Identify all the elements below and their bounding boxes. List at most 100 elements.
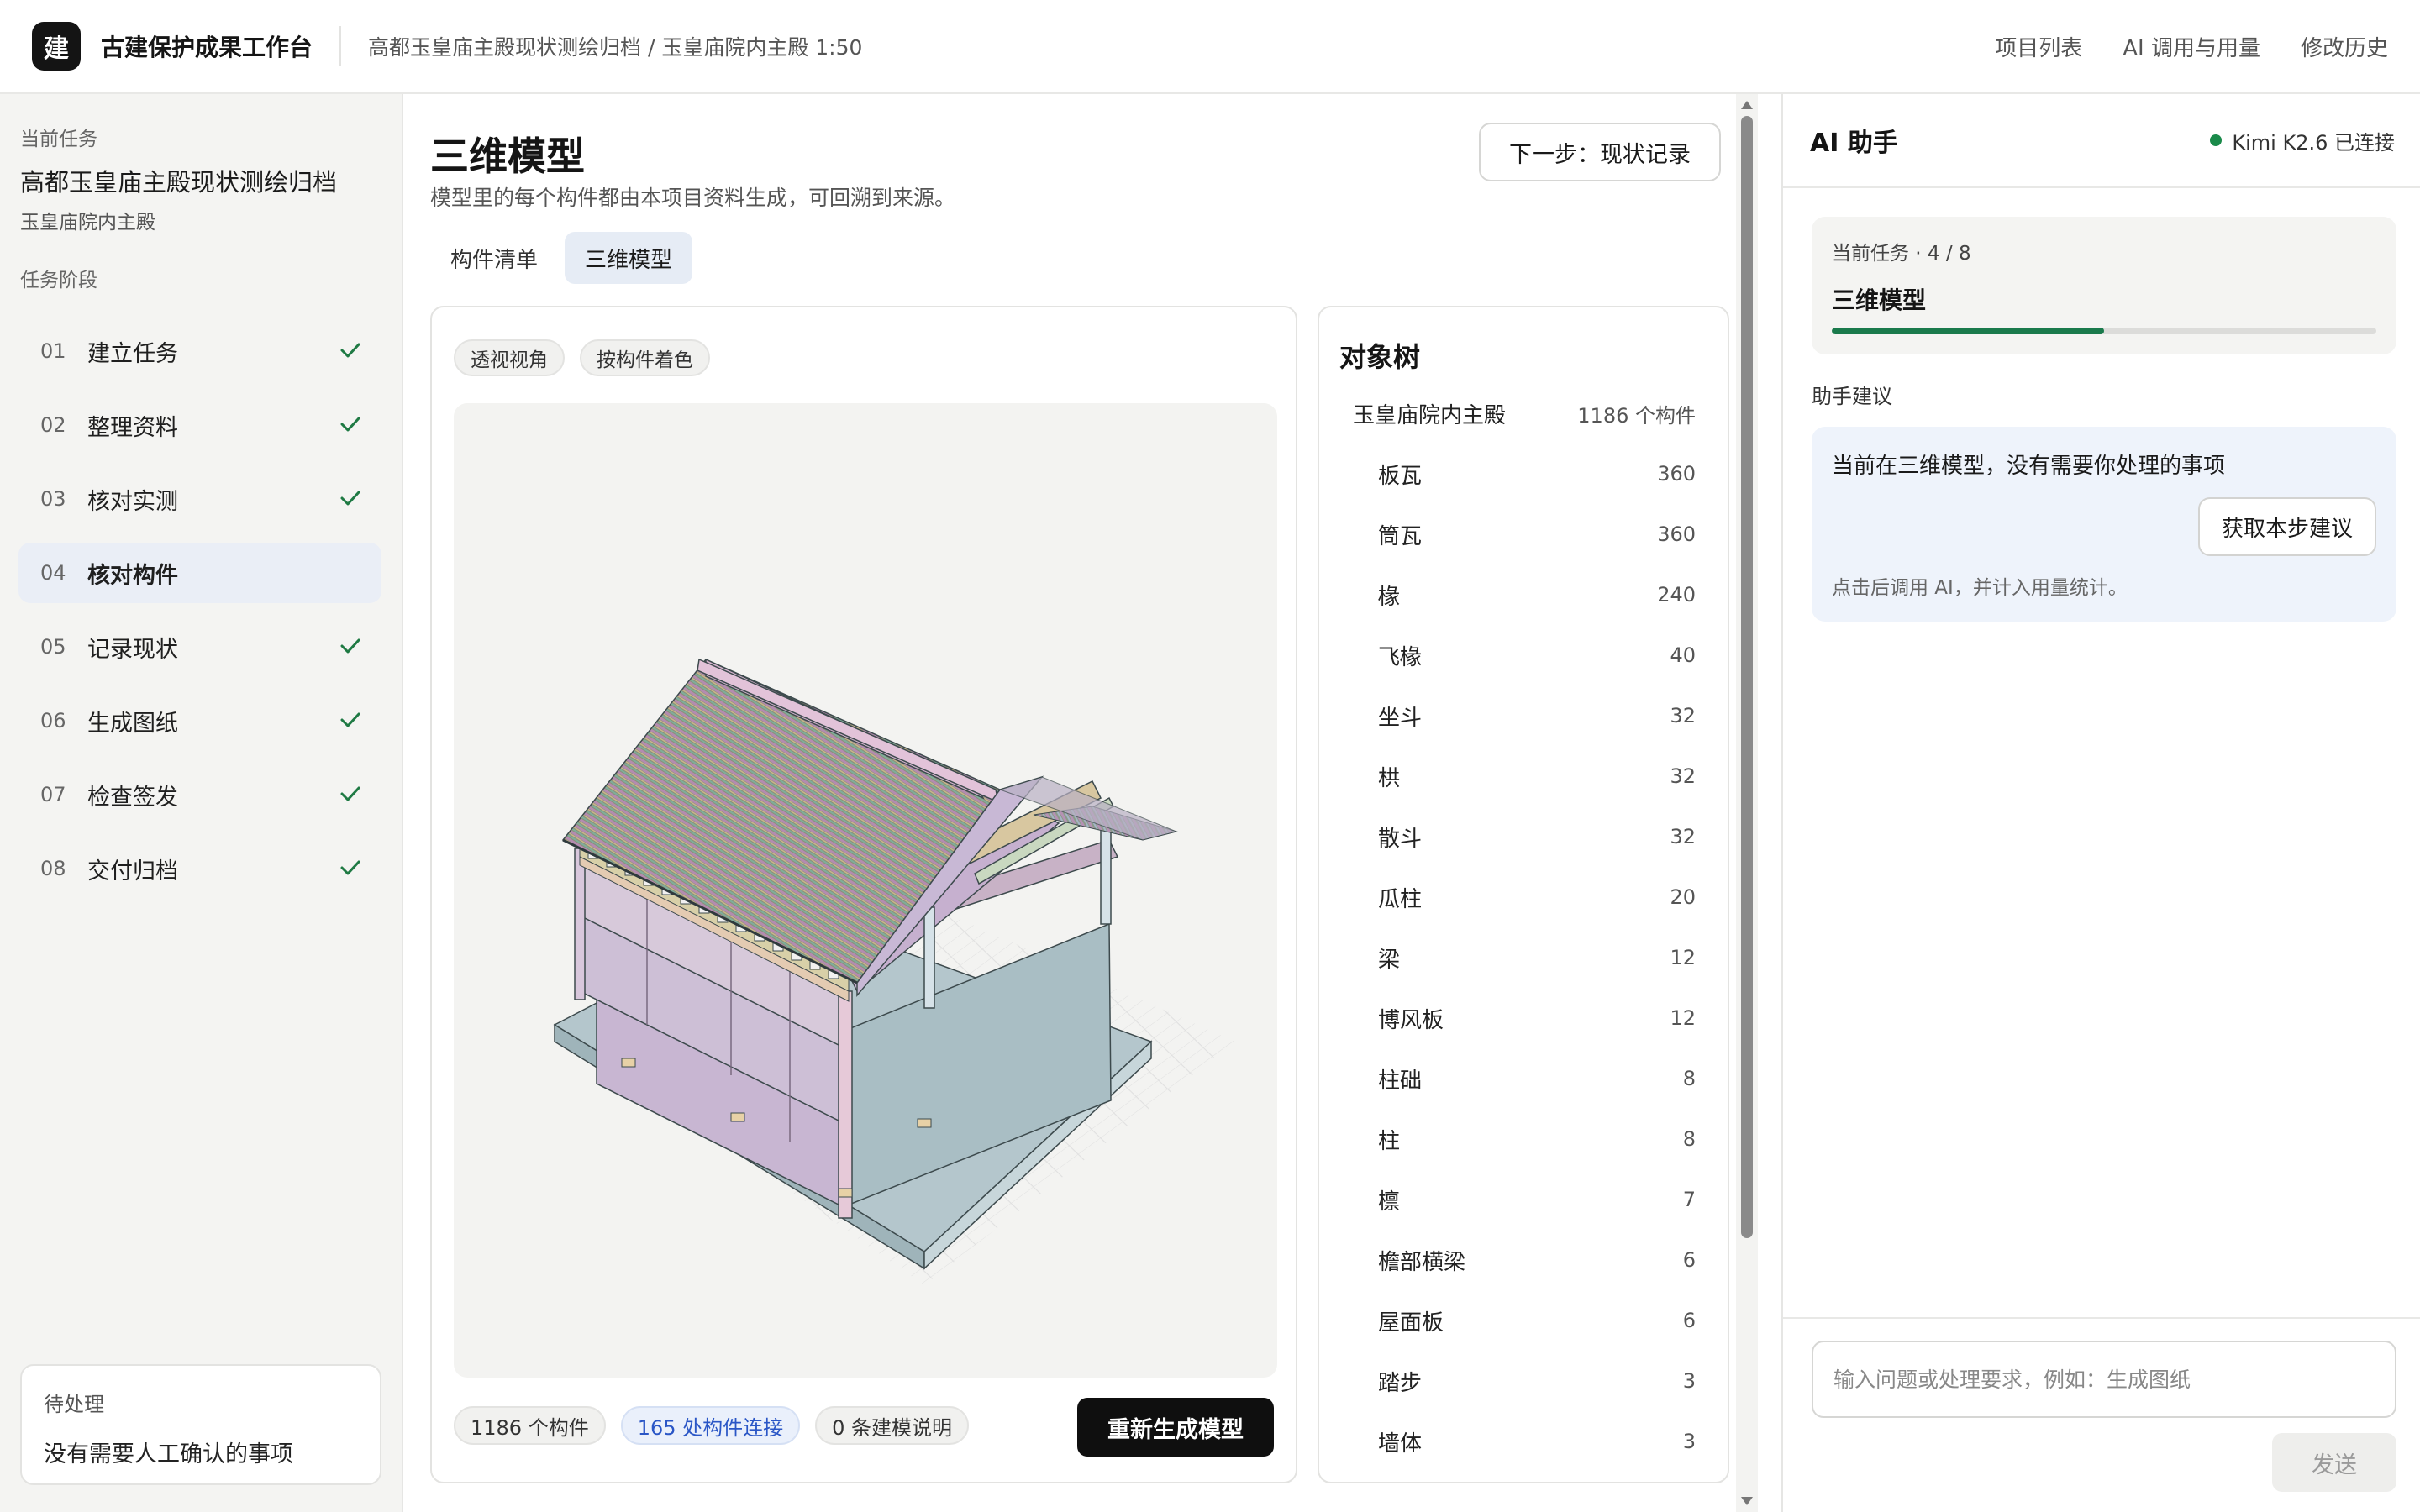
ai-title: AI 助手 [1810,129,1898,158]
ai-task-label: 当前任务 · 4 / 8 [1832,243,1971,265]
object-tree-card: 对象树 玉皇庙院内主殿 1186 个构件 板瓦 360 筒瓦 360 椽 240 飞椽 40 坐… [1318,306,1729,1483]
tree-root-count: 1186 个构件 [1577,404,1696,428]
tree-item[interactable]: 飞椽 40 [1378,625,1696,685]
stage-item-01[interactable]: 01 建立任务 [18,321,381,381]
main-content: 三维模型 模型里的每个构件都由本项目资料生成，可回溯到来源。 下一步：现状记录 … [405,94,1758,1512]
tree-item[interactable]: 踏步 3 [1378,1351,1696,1411]
nav-history[interactable]: 修改历史 [2301,31,2388,62]
ai-task-card: 当前任务 · 4 / 8 三维模型 [1812,217,2396,354]
tree-item-name: 散斗 [1378,826,1423,852]
tree-item-count: 32 [1670,764,1696,788]
tree-item[interactable]: 板瓦 360 [1378,444,1696,504]
check-icon [340,860,360,875]
object-tree-title: 对象树 [1339,341,1421,373]
stage-item-08[interactable]: 08 交付归档 [18,838,381,899]
ai-task-title: 三维模型 [1832,286,1927,314]
stage-item-02[interactable]: 02 整理资料 [18,395,381,455]
tree-item[interactable]: 散斗 32 [1378,806,1696,867]
app-name: 古建保护成果工作台 [101,34,313,61]
model-render [553,658,1235,1285]
ai-status-text: Kimi K2.6 已连接 [2232,130,2395,155]
connection-count-badge[interactable]: 165 处构件连接 [620,1406,801,1445]
tree-item[interactable]: 檩7 [1378,1169,1696,1230]
tree-item-count: 40 [1670,643,1696,667]
model-viewer-card: 透视视角 按构件着色 1186 个构件 165 处构件连接 0 条建模说明 重新… [430,306,1297,1483]
tree-item[interactable]: 梁 12 [1378,927,1696,988]
nav-project-list[interactable]: 项目列表 [1995,31,2082,62]
suggestion-label: 助手建议 [1812,385,1892,408]
page-subtitle: 模型里的每个构件都由本项目资料生成，可回溯到来源。 [430,186,956,210]
nav-ai-usage[interactable]: AI 调用与用量 [2123,31,2260,62]
main-scrollbar[interactable] [1736,94,1758,1512]
perspective-view-chip[interactable]: 透视视角 [454,339,565,376]
ai-assistant-panel: AI 助手 Kimi K2.6 已连接 当前任务 · 4 / 8 三维模型 助手… [1781,94,2420,1512]
tree-root[interactable]: 玉皇庙院内主殿 1186 个构件 [1353,398,1696,429]
check-icon [340,638,360,654]
tree-item-name: 椽 [1378,584,1401,610]
tree-item[interactable]: 墙体 3 [1378,1411,1696,1472]
tree-item[interactable]: 筒瓦 360 [1378,504,1696,564]
scroll-up-arrow-icon[interactable] [1741,101,1753,109]
tree-item-count: 3 [1682,1369,1696,1393]
tree-item[interactable]: 博风板 12 [1378,988,1696,1048]
stage-item-04[interactable]: 04 核对构件 [18,543,381,603]
tree-root-name: 玉皇庙院内主殿 [1353,403,1507,428]
tree-item[interactable]: 山面脊饰2 [1378,1472,1696,1482]
tree-item-name: 柱 [1378,1128,1401,1154]
scroll-down-arrow-icon[interactable] [1741,1497,1753,1505]
page-title: 三维模型 [430,134,585,179]
tree-item[interactable]: 栱 32 [1378,746,1696,806]
stage-number: 03 [40,487,66,511]
tab-component-list[interactable]: 构件清单 [430,232,558,284]
tree-item-count: 20 [1670,885,1696,909]
suggestion-card: 当前在三维模型，没有需要你处理的事项 获取本步建议 点击后调用 AI，并计入用量… [1812,427,2396,622]
tree-item[interactable]: 柱8 [1378,1109,1696,1169]
task-progress-bar [1832,328,2376,334]
tab-3d-model[interactable]: 三维模型 [565,232,693,284]
tree-item-count: 3 [1682,1430,1696,1453]
stage-item-03[interactable]: 03 核对实测 [18,469,381,529]
scroll-thumb[interactable] [1741,116,1753,1238]
send-button[interactable]: 发送 [2272,1433,2396,1492]
stage-number: 04 [40,561,66,585]
top-bar: 建 古建保护成果工作台 高都玉皇庙主殿现状测绘归档 / 玉皇庙院内主殿 1:50… [0,0,2420,94]
breadcrumb: 高都玉皇庙主殿现状测绘归档 / 玉皇庙院内主殿 1:50 [368,35,863,60]
tree-item[interactable]: 坐斗 32 [1378,685,1696,746]
stage-item-05[interactable]: 05 记录现状 [18,617,381,677]
regenerate-model-button[interactable]: 重新生成模型 [1077,1398,1274,1457]
ai-chat-input[interactable] [1812,1341,2396,1418]
task-progress-fill [1832,328,2104,334]
viewer-options: 透视视角 按构件着色 [454,339,710,376]
tree-item-count: 6 [1682,1309,1696,1332]
pending-card: 待处理 没有需要人工确认的事项 [20,1364,381,1485]
stage-item-07[interactable]: 07 检查签发 [18,764,381,825]
stage-item-06[interactable]: 06 生成图纸 [18,690,381,751]
stage-label: 交付归档 [87,858,178,885]
tree-item-name: 柱础 [1378,1068,1423,1094]
stage-label: 记录现状 [87,636,178,663]
stage-number: 01 [40,339,66,363]
model-stats: 1186 个构件 165 处构件连接 0 条建模说明 [454,1406,970,1445]
tree-item-count: 360 [1657,522,1696,546]
tree-item-name: 踏步 [1378,1370,1423,1396]
tree-item[interactable]: 柱础 8 [1378,1048,1696,1109]
tree-item[interactable]: 椽 240 [1378,564,1696,625]
stage-number: 06 [40,709,66,732]
stage-number: 07 [40,783,66,806]
tree-item[interactable]: 屋面板 6 [1378,1290,1696,1351]
check-icon [340,417,360,432]
tree-item-name: 瓜柱 [1378,886,1423,912]
tree-item-count: 360 [1657,462,1696,486]
input-divider [1783,1317,2420,1319]
color-by-component-chip[interactable]: 按构件着色 [580,339,710,376]
project-subtitle: 玉皇庙院内主殿 [20,212,155,234]
tree-item[interactable]: 檐部横梁 6 [1378,1230,1696,1290]
next-step-button[interactable]: 下一步：现状记录 [1479,123,1721,181]
sidebar: 当前任务 高都玉皇庙主殿现状测绘归档 玉皇庙院内主殿 任务阶段 01 建立任务 02… [0,94,403,1512]
3d-model-canvas[interactable] [454,403,1277,1378]
tree-item-name: 板瓦 [1378,463,1423,489]
get-suggestion-button[interactable]: 获取本步建议 [2197,497,2376,556]
tree-item[interactable]: 瓜柱 20 [1378,867,1696,927]
tree-item-name: 檐部横梁 [1378,1249,1466,1275]
tree-item-list: 板瓦 360 筒瓦 360 椽 240 飞椽 40 坐斗 32 栱 32 散斗 32 瓜柱 20 梁 12 博风板 1… [1378,444,1696,1482]
